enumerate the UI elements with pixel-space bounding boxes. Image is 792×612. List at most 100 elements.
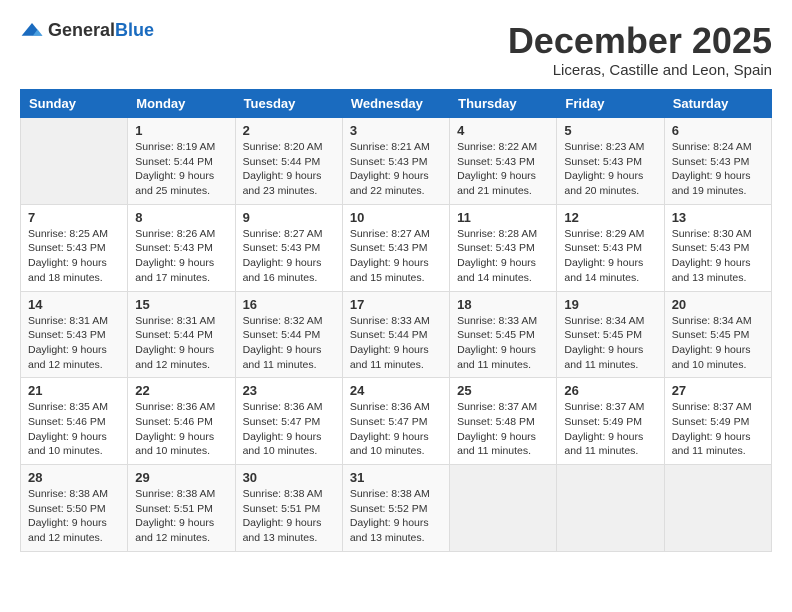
day-number: 11 [457,210,549,225]
day-number: 8 [135,210,227,225]
calendar-cell: 7Sunrise: 8:25 AMSunset: 5:43 PMDaylight… [21,204,128,291]
day-info: Sunrise: 8:37 AMSunset: 5:48 PMDaylight:… [457,400,549,459]
calendar-cell: 1 Sunrise: 8:19 AMSunset: 5:44 PMDaylight… [128,118,235,205]
header-day-tuesday: Tuesday [235,90,342,118]
day-info: Sunrise: 8:24 AMSunset: 5:43 PMDaylight:… [672,140,764,199]
header-day-thursday: Thursday [450,90,557,118]
day-number: 5 [564,123,656,138]
day-info: Sunrise: 8:29 AMSunset: 5:43 PMDaylight:… [564,227,656,286]
calendar-cell: 18 Sunrise: 8:33 AMSunset: 5:45 PMDayligh… [450,291,557,378]
logo-blue: Blue [115,20,154,40]
calendar-cell: 24 Sunrise: 8:36 AMSunset: 5:47 PMDayligh… [342,378,449,465]
calendar-cell: 16 Sunrise: 8:32 AMSunset: 5:44 PMDayligh… [235,291,342,378]
header-day-monday: Monday [128,90,235,118]
calendar-cell [664,465,771,552]
day-number: 17 [350,297,442,312]
day-info: Sunrise: 8:38 AMSunset: 5:51 PMDaylight:… [243,487,335,546]
week-row-4: 21Sunrise: 8:35 AMSunset: 5:46 PMDayligh… [21,378,772,465]
calendar-cell: 22 Sunrise: 8:36 AMSunset: 5:46 PMDayligh… [128,378,235,465]
day-info: Sunrise: 8:30 AMSunset: 5:43 PMDaylight:… [672,227,764,286]
logo: GeneralBlue [20,20,154,41]
day-number: 27 [672,383,764,398]
day-info: Sunrise: 8:22 AMSunset: 5:43 PMDaylight:… [457,140,549,199]
header-day-saturday: Saturday [664,90,771,118]
calendar-cell: 23 Sunrise: 8:36 AMSunset: 5:47 PMDayligh… [235,378,342,465]
day-info: Sunrise: 8:33 AMSunset: 5:45 PMDaylight:… [457,314,549,373]
day-info: Sunrise: 8:38 AMSunset: 5:52 PMDaylight:… [350,487,442,546]
day-info: Sunrise: 8:37 AMSunset: 5:49 PMDaylight:… [672,400,764,459]
header-day-friday: Friday [557,90,664,118]
day-info: Sunrise: 8:27 AMSunset: 5:43 PMDaylight:… [243,227,335,286]
title-section: December 2025 Liceras, Castille and Leon… [508,20,772,79]
calendar-cell: 15 Sunrise: 8:31 AMSunset: 5:44 PMDayligh… [128,291,235,378]
calendar-cell: 14Sunrise: 8:31 AMSunset: 5:43 PMDayligh… [21,291,128,378]
calendar-cell: 4 Sunrise: 8:22 AMSunset: 5:43 PMDaylight… [450,118,557,205]
calendar-cell: 13 Sunrise: 8:30 AMSunset: 5:43 PMDayligh… [664,204,771,291]
day-info: Sunrise: 8:31 AMSunset: 5:44 PMDaylight:… [135,314,227,373]
day-number: 10 [350,210,442,225]
week-row-1: 1 Sunrise: 8:19 AMSunset: 5:44 PMDaylight… [21,118,772,205]
day-info: Sunrise: 8:37 AMSunset: 5:49 PMDaylight:… [564,400,656,459]
day-info: Sunrise: 8:27 AMSunset: 5:43 PMDaylight:… [350,227,442,286]
calendar-cell: 3 Sunrise: 8:21 AMSunset: 5:43 PMDaylight… [342,118,449,205]
day-info: Sunrise: 8:31 AMSunset: 5:43 PMDaylight:… [28,314,120,373]
day-info: Sunrise: 8:20 AMSunset: 5:44 PMDaylight:… [243,140,335,199]
day-number: 23 [243,383,335,398]
calendar-cell [21,118,128,205]
day-number: 13 [672,210,764,225]
calendar-cell: 20Sunrise: 8:34 AMSunset: 5:45 PMDayligh… [664,291,771,378]
day-info: Sunrise: 8:23 AMSunset: 5:43 PMDaylight:… [564,140,656,199]
calendar-cell: 21Sunrise: 8:35 AMSunset: 5:46 PMDayligh… [21,378,128,465]
logo-general: General [48,20,115,40]
day-number: 19 [564,297,656,312]
week-row-5: 28Sunrise: 8:38 AMSunset: 5:50 PMDayligh… [21,465,772,552]
logo-icon [20,21,44,41]
calendar-cell: 31 Sunrise: 8:38 AMSunset: 5:52 PMDayligh… [342,465,449,552]
calendar-cell: 25 Sunrise: 8:37 AMSunset: 5:48 PMDayligh… [450,378,557,465]
header-row: SundayMondayTuesdayWednesdayThursdayFrid… [21,90,772,118]
day-number: 31 [350,470,442,485]
day-info: Sunrise: 8:19 AMSunset: 5:44 PMDaylight:… [135,140,227,199]
day-number: 25 [457,383,549,398]
day-number: 28 [28,470,120,485]
week-row-2: 7Sunrise: 8:25 AMSunset: 5:43 PMDaylight… [21,204,772,291]
calendar-body: 1 Sunrise: 8:19 AMSunset: 5:44 PMDaylight… [21,118,772,552]
day-number: 1 [135,123,227,138]
calendar-cell: 19Sunrise: 8:34 AMSunset: 5:45 PMDayligh… [557,291,664,378]
day-number: 3 [350,123,442,138]
day-number: 30 [243,470,335,485]
page-header: GeneralBlue December 2025 Liceras, Casti… [20,20,772,79]
day-info: Sunrise: 8:38 AMSunset: 5:51 PMDaylight:… [135,487,227,546]
calendar-cell: 8Sunrise: 8:26 AMSunset: 5:43 PMDaylight… [128,204,235,291]
calendar-cell: 6 Sunrise: 8:24 AMSunset: 5:43 PMDaylight… [664,118,771,205]
day-info: Sunrise: 8:32 AMSunset: 5:44 PMDaylight:… [243,314,335,373]
day-number: 26 [564,383,656,398]
day-number: 16 [243,297,335,312]
day-number: 12 [564,210,656,225]
day-info: Sunrise: 8:36 AMSunset: 5:47 PMDaylight:… [350,400,442,459]
day-info: Sunrise: 8:36 AMSunset: 5:46 PMDaylight:… [135,400,227,459]
day-info: Sunrise: 8:28 AMSunset: 5:43 PMDaylight:… [457,227,549,286]
logo-text: GeneralBlue [48,20,154,41]
calendar-cell: 2 Sunrise: 8:20 AMSunset: 5:44 PMDaylight… [235,118,342,205]
day-number: 18 [457,297,549,312]
day-number: 4 [457,123,549,138]
calendar-cell: 5 Sunrise: 8:23 AMSunset: 5:43 PMDaylight… [557,118,664,205]
day-number: 2 [243,123,335,138]
day-number: 24 [350,383,442,398]
calendar-header: SundayMondayTuesdayWednesdayThursdayFrid… [21,90,772,118]
day-number: 6 [672,123,764,138]
calendar-cell: 12 Sunrise: 8:29 AMSunset: 5:43 PMDayligh… [557,204,664,291]
calendar-cell [450,465,557,552]
header-day-sunday: Sunday [21,90,128,118]
day-number: 9 [243,210,335,225]
location-subtitle: Liceras, Castille and Leon, Spain [508,62,772,79]
header-day-wednesday: Wednesday [342,90,449,118]
day-number: 20 [672,297,764,312]
day-number: 15 [135,297,227,312]
day-number: 22 [135,383,227,398]
day-info: Sunrise: 8:21 AMSunset: 5:43 PMDaylight:… [350,140,442,199]
calendar-cell: 28Sunrise: 8:38 AMSunset: 5:50 PMDayligh… [21,465,128,552]
calendar-table: SundayMondayTuesdayWednesdayThursdayFrid… [20,89,772,552]
day-info: Sunrise: 8:36 AMSunset: 5:47 PMDaylight:… [243,400,335,459]
